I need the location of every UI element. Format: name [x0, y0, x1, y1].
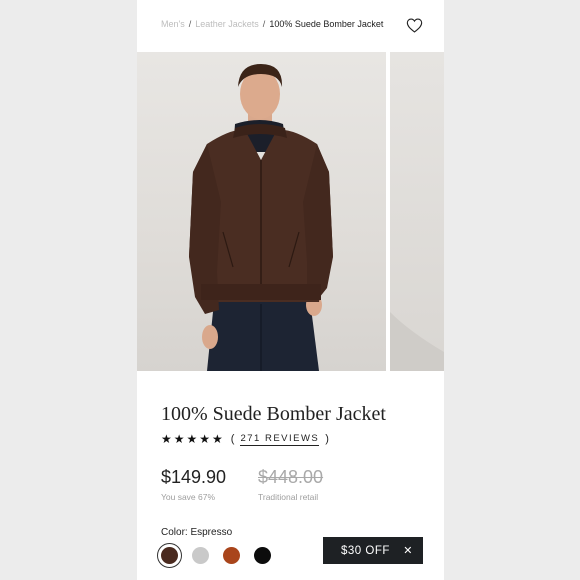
- breadcrumb-mens[interactable]: Men's: [161, 19, 185, 29]
- sale-price: $149.90: [161, 467, 227, 487]
- product-gallery[interactable]: [137, 52, 444, 371]
- swatch-black[interactable]: [254, 547, 271, 564]
- breadcrumb: Men's / Leather Jackets / 100% Suede Bom…: [161, 19, 383, 29]
- breadcrumb-separator: /: [262, 19, 266, 29]
- close-icon[interactable]: ✕: [403, 544, 413, 557]
- swatch-grey[interactable]: [192, 547, 209, 564]
- breadcrumb-leather-jackets[interactable]: Leather Jackets: [195, 19, 259, 29]
- product-title: 100% Suede Bomber Jacket: [161, 403, 386, 425]
- promo-label: $30 OFF: [341, 544, 390, 557]
- wishlist-button[interactable]: [405, 16, 423, 34]
- next-photo-image: [390, 312, 444, 371]
- retail-label: Traditional retail: [258, 492, 319, 502]
- reviews-close-paren: ): [325, 433, 329, 445]
- breadcrumb-current: 100% Suede Bomber Jacket: [269, 19, 384, 29]
- retail-price: $448.00: [258, 467, 324, 487]
- product-photo[interactable]: [137, 52, 386, 371]
- swatch-espresso[interactable]: [157, 543, 182, 568]
- rating-row: ★★★★★ ( 271 REVIEWS ): [161, 432, 329, 446]
- swatch-cognac[interactable]: [223, 547, 240, 564]
- model-wearing-jacket-image: [189, 64, 333, 371]
- color-label: Color: Espresso: [161, 527, 233, 538]
- promo-banner[interactable]: $30 OFF ✕: [323, 537, 423, 564]
- reviews-open-paren: (: [230, 433, 235, 445]
- savings-text: You save 67%: [161, 492, 216, 502]
- breadcrumb-separator: /: [188, 19, 192, 29]
- star-rating: ★★★★★: [161, 432, 225, 446]
- heart-icon: [406, 17, 422, 33]
- color-swatches: [157, 543, 271, 568]
- reviews-link[interactable]: 271 REVIEWS: [240, 433, 320, 446]
- product-page: Men's / Leather Jackets / 100% Suede Bom…: [137, 0, 444, 580]
- next-photo-preview[interactable]: [390, 52, 444, 371]
